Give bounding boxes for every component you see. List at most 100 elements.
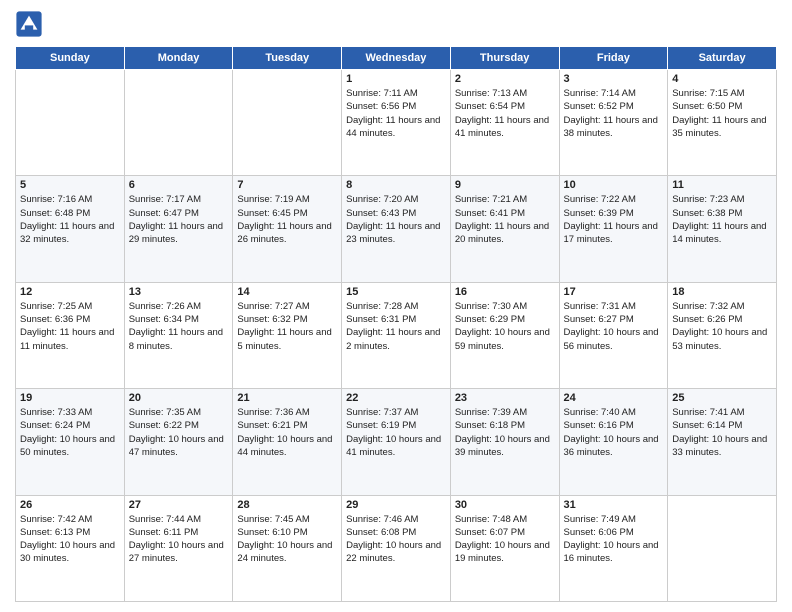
calendar-week-row: 26 Sunrise: 7:42 AM Sunset: 6:13 PM Dayl… [16, 495, 777, 601]
sunset-text: Sunset: 6:24 PM [20, 420, 90, 431]
calendar-cell [233, 70, 342, 176]
sunset-text: Sunset: 6:32 PM [237, 314, 307, 325]
sunset-text: Sunset: 6:10 PM [237, 527, 307, 538]
calendar-cell: 8 Sunrise: 7:20 AM Sunset: 6:43 PM Dayli… [342, 176, 451, 282]
calendar-table: SundayMondayTuesdayWednesdayThursdayFrid… [15, 46, 777, 602]
calendar-cell: 15 Sunrise: 7:28 AM Sunset: 6:31 PM Dayl… [342, 282, 451, 388]
calendar-cell [124, 70, 233, 176]
sunset-text: Sunset: 6:39 PM [564, 208, 634, 219]
sunrise-text: Sunrise: 7:44 AM [129, 514, 201, 525]
calendar-cell: 5 Sunrise: 7:16 AM Sunset: 6:48 PM Dayli… [16, 176, 125, 282]
calendar-cell: 3 Sunrise: 7:14 AM Sunset: 6:52 PM Dayli… [559, 70, 668, 176]
daylight-text: Daylight: 10 hours and 19 minutes. [455, 540, 550, 564]
sunset-text: Sunset: 6:26 PM [672, 314, 742, 325]
calendar-day-header: Wednesday [342, 47, 451, 70]
sunrise-text: Sunrise: 7:26 AM [129, 301, 201, 312]
day-number: 5 [20, 179, 120, 191]
daylight-text: Daylight: 11 hours and 17 minutes. [564, 221, 658, 245]
calendar-day-header: Tuesday [233, 47, 342, 70]
calendar-cell: 10 Sunrise: 7:22 AM Sunset: 6:39 PM Dayl… [559, 176, 668, 282]
sunrise-text: Sunrise: 7:27 AM [237, 301, 309, 312]
day-number: 30 [455, 499, 555, 511]
cell-content: Sunrise: 7:26 AM Sunset: 6:34 PM Dayligh… [129, 300, 229, 353]
daylight-text: Daylight: 10 hours and 27 minutes. [129, 540, 224, 564]
sunset-text: Sunset: 6:19 PM [346, 420, 416, 431]
day-number: 26 [20, 499, 120, 511]
sunrise-text: Sunrise: 7:11 AM [346, 88, 418, 99]
calendar-cell: 26 Sunrise: 7:42 AM Sunset: 6:13 PM Dayl… [16, 495, 125, 601]
sunrise-text: Sunrise: 7:28 AM [346, 301, 418, 312]
sunset-text: Sunset: 6:45 PM [237, 208, 307, 219]
calendar-cell: 19 Sunrise: 7:33 AM Sunset: 6:24 PM Dayl… [16, 389, 125, 495]
calendar-cell [668, 495, 777, 601]
sunset-text: Sunset: 6:06 PM [564, 527, 634, 538]
sunrise-text: Sunrise: 7:48 AM [455, 514, 527, 525]
day-number: 15 [346, 286, 446, 298]
day-number: 3 [564, 73, 664, 85]
day-number: 24 [564, 392, 664, 404]
cell-content: Sunrise: 7:31 AM Sunset: 6:27 PM Dayligh… [564, 300, 664, 353]
cell-content: Sunrise: 7:16 AM Sunset: 6:48 PM Dayligh… [20, 193, 120, 246]
sunset-text: Sunset: 6:14 PM [672, 420, 742, 431]
header [15, 10, 777, 38]
sunset-text: Sunset: 6:54 PM [455, 101, 525, 112]
calendar-cell: 16 Sunrise: 7:30 AM Sunset: 6:29 PM Dayl… [450, 282, 559, 388]
sunrise-text: Sunrise: 7:21 AM [455, 194, 527, 205]
day-number: 28 [237, 499, 337, 511]
daylight-text: Daylight: 10 hours and 33 minutes. [672, 434, 767, 458]
sunset-text: Sunset: 6:18 PM [455, 420, 525, 431]
day-number: 4 [672, 73, 772, 85]
day-number: 20 [129, 392, 229, 404]
calendar-day-header: Sunday [16, 47, 125, 70]
day-number: 8 [346, 179, 446, 191]
day-number: 1 [346, 73, 446, 85]
daylight-text: Daylight: 10 hours and 56 minutes. [564, 327, 659, 351]
calendar-cell: 29 Sunrise: 7:46 AM Sunset: 6:08 PM Dayl… [342, 495, 451, 601]
sunset-text: Sunset: 6:56 PM [346, 101, 416, 112]
sunrise-text: Sunrise: 7:35 AM [129, 407, 201, 418]
calendar-cell: 1 Sunrise: 7:11 AM Sunset: 6:56 PM Dayli… [342, 70, 451, 176]
sunrise-text: Sunrise: 7:25 AM [20, 301, 92, 312]
sunset-text: Sunset: 6:47 PM [129, 208, 199, 219]
daylight-text: Daylight: 11 hours and 38 minutes. [564, 115, 658, 139]
daylight-text: Daylight: 10 hours and 47 minutes. [129, 434, 224, 458]
sunset-text: Sunset: 6:52 PM [564, 101, 634, 112]
sunset-text: Sunset: 6:29 PM [455, 314, 525, 325]
daylight-text: Daylight: 10 hours and 16 minutes. [564, 540, 659, 564]
daylight-text: Daylight: 10 hours and 53 minutes. [672, 327, 767, 351]
day-number: 23 [455, 392, 555, 404]
sunrise-text: Sunrise: 7:22 AM [564, 194, 636, 205]
calendar-day-header: Friday [559, 47, 668, 70]
sunset-text: Sunset: 6:50 PM [672, 101, 742, 112]
calendar-cell: 11 Sunrise: 7:23 AM Sunset: 6:38 PM Dayl… [668, 176, 777, 282]
day-number: 29 [346, 499, 446, 511]
sunset-text: Sunset: 6:48 PM [20, 208, 90, 219]
sunset-text: Sunset: 6:22 PM [129, 420, 199, 431]
daylight-text: Daylight: 11 hours and 41 minutes. [455, 115, 549, 139]
daylight-text: Daylight: 11 hours and 20 minutes. [455, 221, 549, 245]
cell-content: Sunrise: 7:32 AM Sunset: 6:26 PM Dayligh… [672, 300, 772, 353]
calendar-cell: 13 Sunrise: 7:26 AM Sunset: 6:34 PM Dayl… [124, 282, 233, 388]
cell-content: Sunrise: 7:45 AM Sunset: 6:10 PM Dayligh… [237, 513, 337, 566]
daylight-text: Daylight: 11 hours and 5 minutes. [237, 327, 331, 351]
day-number: 14 [237, 286, 337, 298]
calendar-week-row: 19 Sunrise: 7:33 AM Sunset: 6:24 PM Dayl… [16, 389, 777, 495]
daylight-text: Daylight: 11 hours and 2 minutes. [346, 327, 440, 351]
sunset-text: Sunset: 6:43 PM [346, 208, 416, 219]
daylight-text: Daylight: 11 hours and 29 minutes. [129, 221, 223, 245]
sunrise-text: Sunrise: 7:17 AM [129, 194, 201, 205]
sunset-text: Sunset: 6:21 PM [237, 420, 307, 431]
cell-content: Sunrise: 7:41 AM Sunset: 6:14 PM Dayligh… [672, 406, 772, 459]
day-number: 21 [237, 392, 337, 404]
calendar-cell: 2 Sunrise: 7:13 AM Sunset: 6:54 PM Dayli… [450, 70, 559, 176]
sunrise-text: Sunrise: 7:33 AM [20, 407, 92, 418]
calendar-cell: 30 Sunrise: 7:48 AM Sunset: 6:07 PM Dayl… [450, 495, 559, 601]
cell-content: Sunrise: 7:30 AM Sunset: 6:29 PM Dayligh… [455, 300, 555, 353]
day-number: 16 [455, 286, 555, 298]
day-number: 7 [237, 179, 337, 191]
calendar-week-row: 5 Sunrise: 7:16 AM Sunset: 6:48 PM Dayli… [16, 176, 777, 282]
calendar-cell [16, 70, 125, 176]
daylight-text: Daylight: 10 hours and 36 minutes. [564, 434, 659, 458]
day-number: 10 [564, 179, 664, 191]
calendar-cell: 23 Sunrise: 7:39 AM Sunset: 6:18 PM Dayl… [450, 389, 559, 495]
